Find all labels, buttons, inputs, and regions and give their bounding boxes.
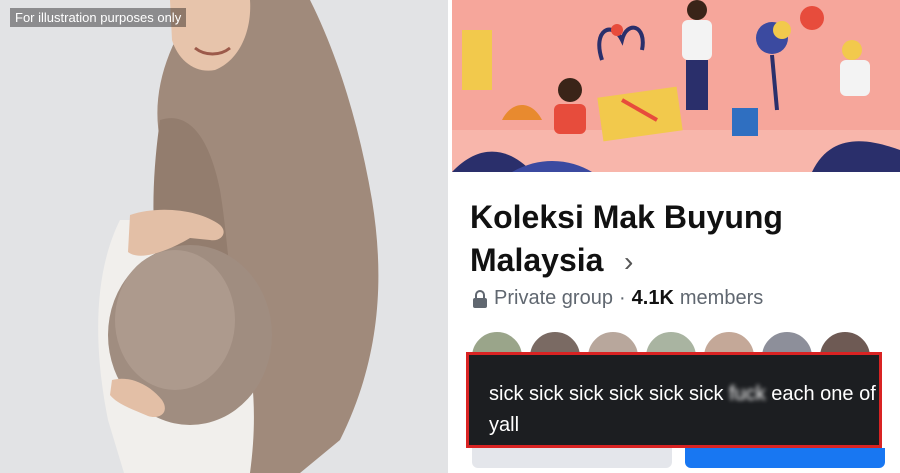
comment-text: sick sick sick sick sick sick fuck each … — [489, 379, 879, 441]
info-separator: · — [618, 287, 626, 309]
pregnant-woman-illustration — [0, 0, 448, 473]
cover-art — [452, 0, 900, 172]
illustration-photo: For illustration purposes only — [0, 0, 448, 473]
chevron-right-icon[interactable]: › — [624, 246, 633, 278]
group-name[interactable]: Koleksi Mak Buyung Malaysia — [470, 196, 870, 282]
members-label: members — [679, 287, 764, 309]
member-count: 4.1K — [631, 287, 674, 309]
facebook-group-screenshot: Koleksi Mak Buyung Malaysia › Private gr… — [452, 0, 900, 473]
group-info-line: Private group · 4.1K members — [472, 287, 763, 310]
joined-button[interactable] — [472, 448, 672, 468]
comment-text-start: sick sick sick sick sick sick — [489, 383, 729, 405]
lock-icon — [473, 289, 487, 308]
highlighted-comment: sick sick sick sick sick sick fuck each … — [466, 352, 882, 448]
group-cover-illustration — [452, 0, 900, 172]
privacy-label: Private group — [494, 287, 613, 309]
invite-button[interactable] — [685, 448, 885, 468]
illustration-caption: For illustration purposes only — [10, 8, 187, 27]
censored-word: fuck — [729, 383, 766, 405]
